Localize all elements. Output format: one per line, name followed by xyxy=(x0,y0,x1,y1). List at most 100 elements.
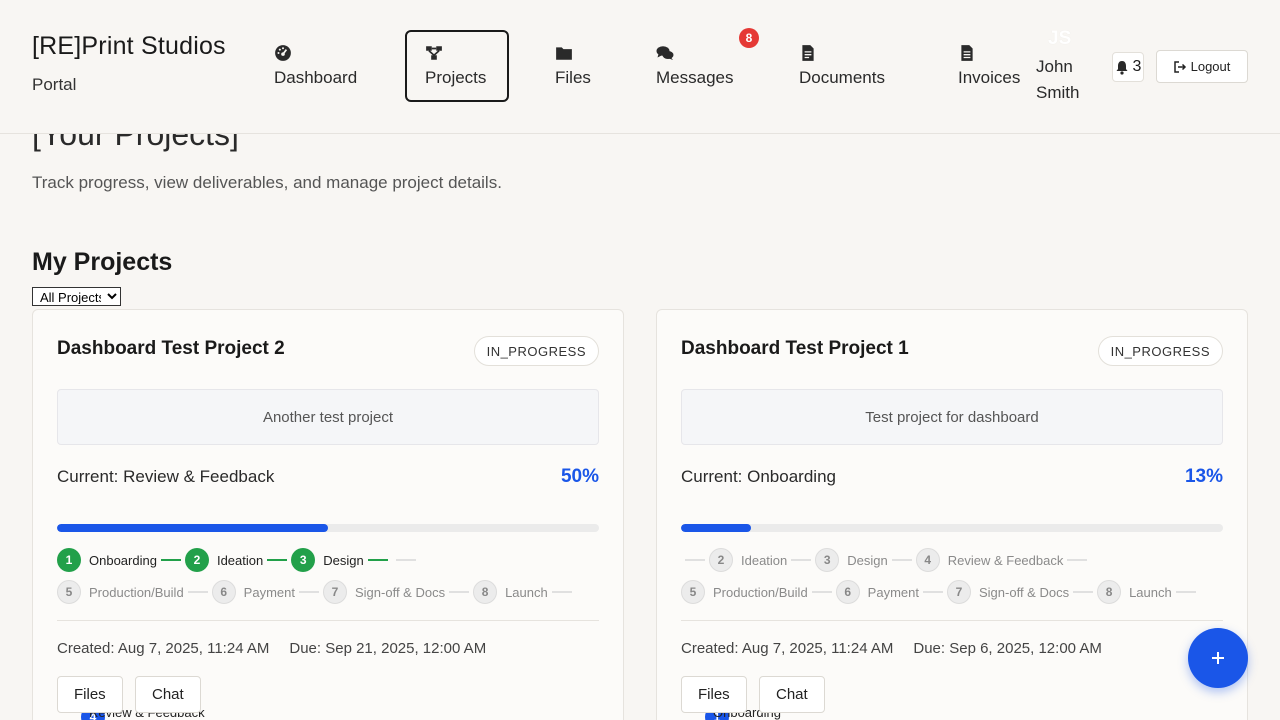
user-menu[interactable]: JS John Smith xyxy=(1036,28,1106,106)
stepper-row: 1Onboarding2Ideation3Design4Review & Fee… xyxy=(57,548,420,720)
current-stage: Current: Review & Feedback xyxy=(57,467,275,486)
progress-fill xyxy=(681,524,752,532)
step-label: Production/Build xyxy=(89,584,184,600)
bell-icon xyxy=(1116,60,1128,75)
step-connector xyxy=(811,591,832,593)
stepper-step: 6 Payment xyxy=(835,580,919,604)
step-number: 7 xyxy=(322,580,347,604)
step-label: Review & Feedback xyxy=(947,552,1064,568)
brand-name: [RE]Print Studios xyxy=(32,32,226,60)
stepper-step: 3 Design xyxy=(291,548,364,572)
nav-files-label: Files xyxy=(555,68,591,87)
brand-subtitle: Portal xyxy=(32,75,77,94)
progress-bar xyxy=(681,524,1223,532)
stepper-step: 5 Production/Build xyxy=(681,580,808,604)
section-title: My Projects xyxy=(32,248,173,276)
step-number: 3 xyxy=(815,548,840,572)
messages-badge: 8 xyxy=(739,28,759,48)
step-connector xyxy=(551,591,572,593)
files-button[interactable]: Files xyxy=(681,676,747,713)
step-label: Launch xyxy=(505,584,548,600)
stepper-step: 8 Launch xyxy=(1097,580,1172,604)
created-date: Created: Aug 7, 2025, 11:24 AM xyxy=(681,640,894,657)
project-filter-select[interactable]: All Projects xyxy=(32,287,121,306)
project-title[interactable]: Dashboard Test Project 1 xyxy=(681,338,909,360)
folder-icon xyxy=(556,47,572,60)
step-label: Launch xyxy=(1129,584,1172,600)
step-label: Ideation xyxy=(741,552,788,568)
nav-documents-label: Documents xyxy=(799,68,885,87)
step-label: Payment xyxy=(243,584,295,600)
step-number: 5 xyxy=(57,580,81,604)
step-connector xyxy=(1175,591,1196,593)
files-button[interactable]: Files xyxy=(57,676,123,713)
due-date: Due: Sep 6, 2025, 12:00 AM xyxy=(913,640,1102,657)
card-divider xyxy=(57,620,599,621)
step-label: Production/Build xyxy=(713,584,808,600)
logout-label: Logout xyxy=(1190,59,1231,74)
stepper-step: 6 Payment xyxy=(211,580,295,604)
nav-projects-label: Projects xyxy=(425,68,487,87)
stepper-row: 1Onboarding2Ideation3Design4Review & Fee… xyxy=(681,548,1091,720)
step-connector xyxy=(267,559,288,561)
project-dates: Created: Aug 7, 2025, 11:24 AM Due: Sep 6… xyxy=(681,640,1102,657)
stepper-step: 1 Onboarding xyxy=(57,548,157,572)
step-number: 6 xyxy=(211,580,236,604)
status-badge: IN_PROGRESS xyxy=(473,336,599,366)
nav-invoices[interactable]: Invoices xyxy=(938,30,1040,102)
step-label: Sign-off & Docs xyxy=(354,584,446,600)
project-card: Dashboard Test Project 2 IN_PROGRESS Anoth… xyxy=(32,309,624,720)
top-header: [RE]Print Studios Portal Dashboard Proje… xyxy=(0,0,1280,134)
step-connector xyxy=(891,559,912,561)
projects-icon xyxy=(426,46,442,60)
nav-documents[interactable]: Documents xyxy=(779,30,905,102)
due-date: Due: Sep 21, 2025, 12:00 AM xyxy=(289,640,487,657)
status-badge: IN_PROGRESS xyxy=(1097,336,1223,366)
stepper-step: 7 Sign-off & Docs xyxy=(946,580,1070,604)
project-description: Test project for dashboard xyxy=(681,389,1223,445)
stepper-step: 7 Sign-off & Docs xyxy=(322,580,446,604)
step-label: Design xyxy=(847,552,888,568)
nav-dashboard[interactable]: Dashboard xyxy=(254,30,377,102)
nav-messages-label: Messages xyxy=(656,68,734,87)
add-project-button[interactable] xyxy=(1188,628,1248,688)
page-subtitle: Track progress, view deliverables, and m… xyxy=(32,173,502,192)
invoice-icon xyxy=(961,45,973,61)
project-dates: Created: Aug 7, 2025, 11:24 AM Due: Sep 2… xyxy=(57,640,486,657)
project-card: Dashboard Test Project 1 IN_PROGRESS Test … xyxy=(656,309,1248,720)
progress-percent: 50% xyxy=(560,466,599,487)
stepper-row: 5 Production/Build 6 Payment 7 Sign-off & Doc… xyxy=(681,580,1200,604)
created-date: Created: Aug 7, 2025, 11:24 AM xyxy=(57,640,270,657)
project-title[interactable]: Dashboard Test Project 2 xyxy=(57,338,285,360)
step-label: Sign-off & Docs xyxy=(978,584,1070,600)
notifications-button[interactable]: 3 xyxy=(1112,52,1144,82)
step-number: 2 xyxy=(709,548,733,572)
step-number: 3 xyxy=(291,548,316,572)
step-number: 4 xyxy=(915,548,940,572)
user-name: John Smith xyxy=(1036,57,1080,102)
nav-projects[interactable]: Projects xyxy=(405,30,509,102)
step-connector xyxy=(160,559,181,561)
nav-invoices-label: Invoices xyxy=(958,68,1021,87)
plus-icon xyxy=(1212,652,1224,664)
step-number: 8 xyxy=(1097,580,1122,604)
chat-button[interactable]: Chat xyxy=(135,676,201,713)
stepper-step: 4 Review & Feedback xyxy=(915,548,1064,572)
nav-files[interactable]: Files xyxy=(535,30,611,102)
chat-button[interactable]: Chat xyxy=(759,676,825,713)
avatar: JS xyxy=(1048,28,1072,49)
dashboard-icon xyxy=(275,45,291,61)
logout-button[interactable]: Logout xyxy=(1156,50,1248,83)
progress-fill xyxy=(57,524,328,532)
nav-messages[interactable]: Messages xyxy=(636,30,753,102)
step-connector xyxy=(395,559,416,561)
step-connector xyxy=(791,559,812,561)
progress-percent: 13% xyxy=(1184,466,1223,487)
step-label: Ideation xyxy=(216,552,264,568)
step-connector xyxy=(1073,591,1094,593)
current-stage: Current: Onboarding xyxy=(681,467,836,486)
brand[interactable]: [RE]Print Studios Portal xyxy=(32,32,226,95)
project-description: Another test project xyxy=(57,389,599,445)
step-connector xyxy=(298,591,319,593)
logout-icon xyxy=(1173,60,1186,73)
